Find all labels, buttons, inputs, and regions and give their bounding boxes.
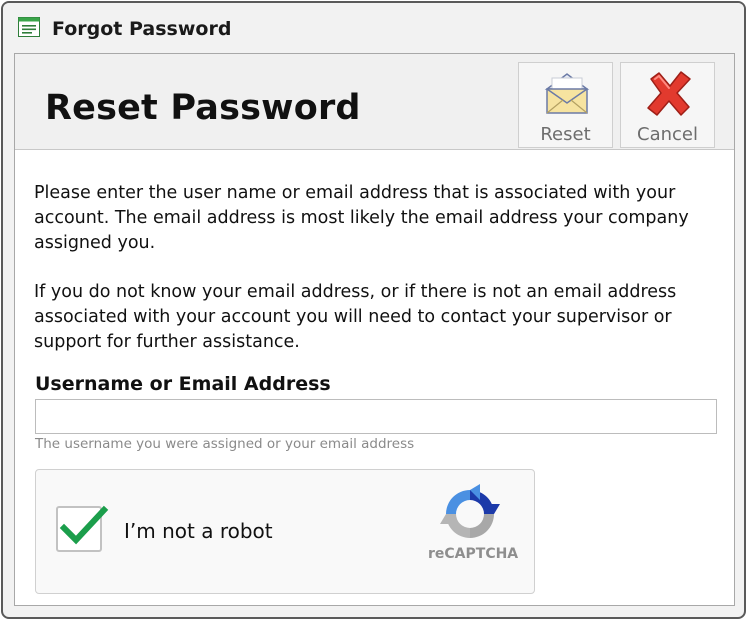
username-field-label: Username or Email Address [35, 373, 331, 395]
reset-button-label: Reset [540, 124, 591, 145]
recaptcha-widget: I’m not a robot reCAPTCHA [35, 469, 535, 594]
recaptcha-checkbox[interactable] [56, 505, 109, 552]
instructions-paragraph-2: If you do not know your email address, o… [34, 282, 677, 352]
page-title: Reset Password [45, 88, 361, 128]
title-bar: Forgot Password [3, 3, 744, 53]
checkmark-icon [59, 505, 109, 545]
reset-panel: Reset Password Reset Cancel Please enter… [14, 53, 735, 606]
username-email-input[interactable] [35, 399, 717, 434]
window-title: Forgot Password [52, 18, 232, 40]
panel-header: Reset Password Reset Cancel [15, 54, 734, 150]
recaptcha-label: I’m not a robot [124, 519, 273, 543]
reset-button[interactable]: Reset [518, 62, 613, 148]
red-x-icon [647, 71, 691, 116]
cancel-button-label: Cancel [637, 124, 698, 145]
recaptcha-brand-label: reCAPTCHA [428, 546, 519, 562]
username-field-hint: The username you were assigned or your e… [35, 436, 415, 452]
envelope-icon [544, 73, 590, 114]
cancel-button[interactable]: Cancel [620, 62, 715, 148]
instructions-paragraph-1: Please enter the user name or email addr… [34, 183, 689, 253]
app-window-icon [18, 17, 40, 37]
forgot-password-window: Forgot Password Reset Password Reset Can… [1, 1, 746, 619]
recaptcha-logo-icon [440, 484, 500, 538]
